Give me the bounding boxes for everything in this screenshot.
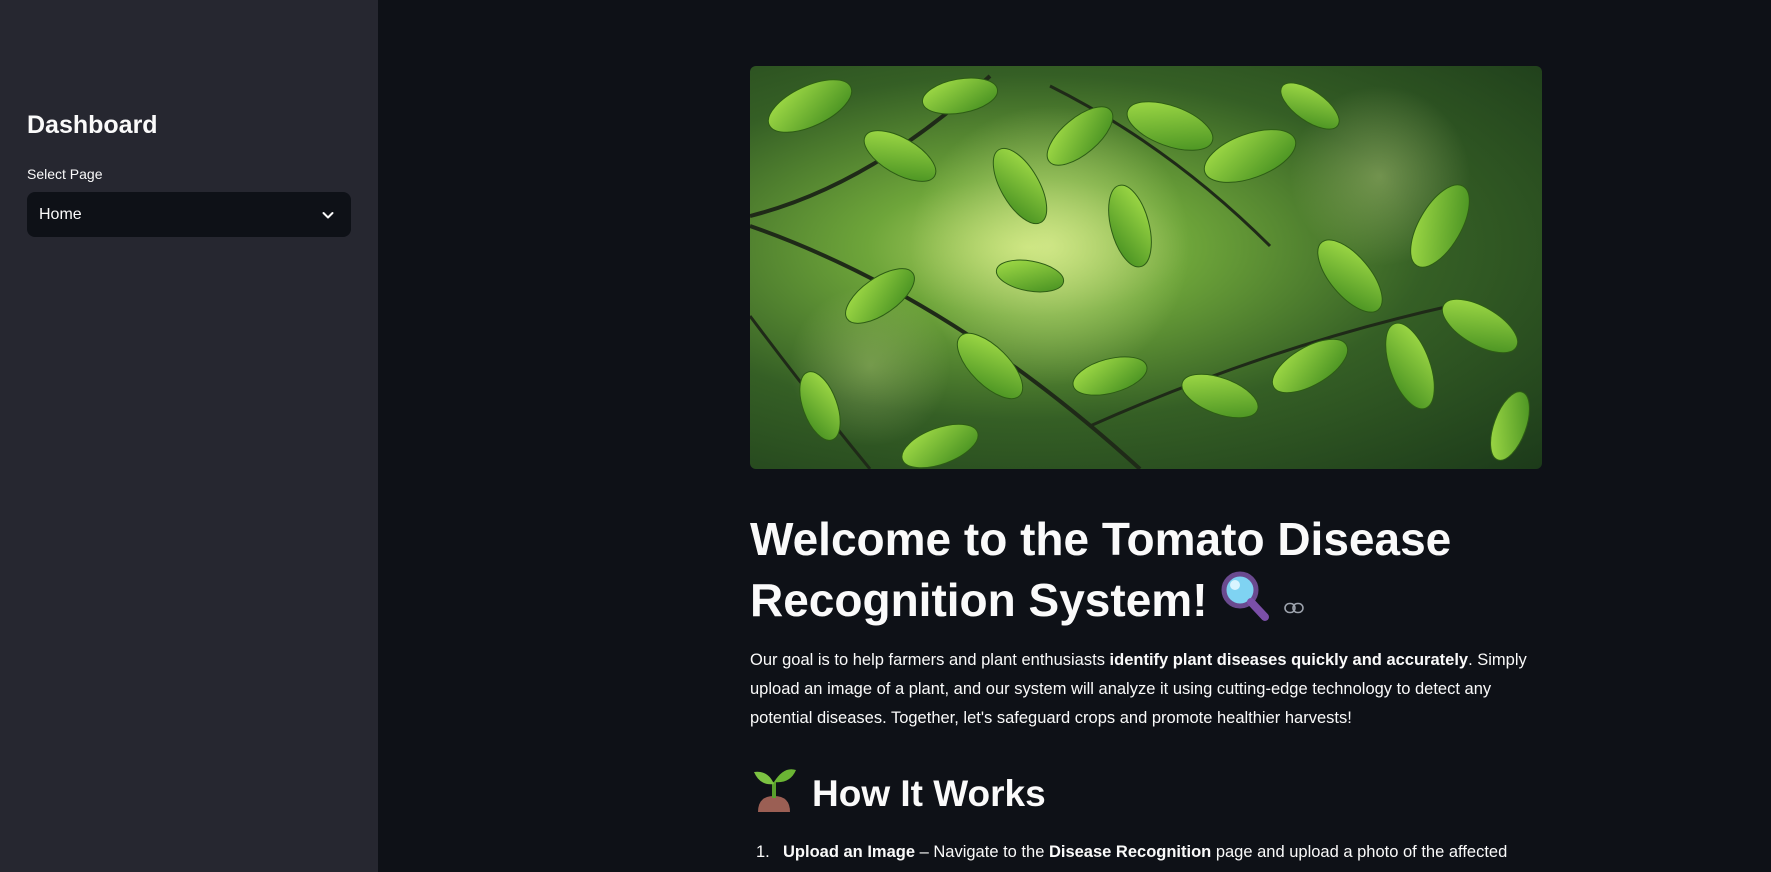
step-text-1: – Navigate to the xyxy=(915,843,1049,861)
sidebar-title: Dashboard xyxy=(27,111,158,139)
list-item: 1. Upload an Image – Navigate to the Dis… xyxy=(750,838,1542,867)
hero-image xyxy=(750,66,1542,469)
seedling-icon xyxy=(750,766,798,821)
step-text: Upload an Image – Navigate to the Diseas… xyxy=(783,838,1507,867)
page-select-value: Home xyxy=(39,205,82,223)
select-page-label: Select Page xyxy=(27,166,103,182)
sidebar: Dashboard Select Page Home xyxy=(0,0,378,872)
steps-list: 1. Upload an Image – Navigate to the Dis… xyxy=(750,838,1542,867)
how-it-works-text: How It Works xyxy=(812,772,1046,814)
page-select[interactable]: Home xyxy=(27,192,351,237)
step-bold-2: Disease Recognition xyxy=(1048,843,1212,861)
how-it-works-heading: How It Works xyxy=(750,766,1046,821)
link-icon[interactable] xyxy=(1283,569,1304,628)
step-text-2: page and upload a photo of the affected xyxy=(1211,843,1508,861)
intro-paragraph: Our goal is to help farmers and plant en… xyxy=(750,646,1542,733)
step-bold-1: Upload an Image xyxy=(783,843,916,861)
page-title: Welcome to the Tomato Disease Recognitio… xyxy=(750,510,1542,636)
page-title-text: Welcome to the Tomato Disease Recognitio… xyxy=(750,513,1452,626)
chevron-down-icon xyxy=(321,208,335,222)
step-number: 1. xyxy=(756,843,770,861)
main-content: Welcome to the Tomato Disease Recognitio… xyxy=(750,0,1542,872)
intro-bold: identify plant diseases quickly and accu… xyxy=(1109,651,1469,669)
intro-text-1: Our goal is to help farmers and plant en… xyxy=(750,651,1110,669)
magnifying-glass-icon xyxy=(1218,570,1270,636)
